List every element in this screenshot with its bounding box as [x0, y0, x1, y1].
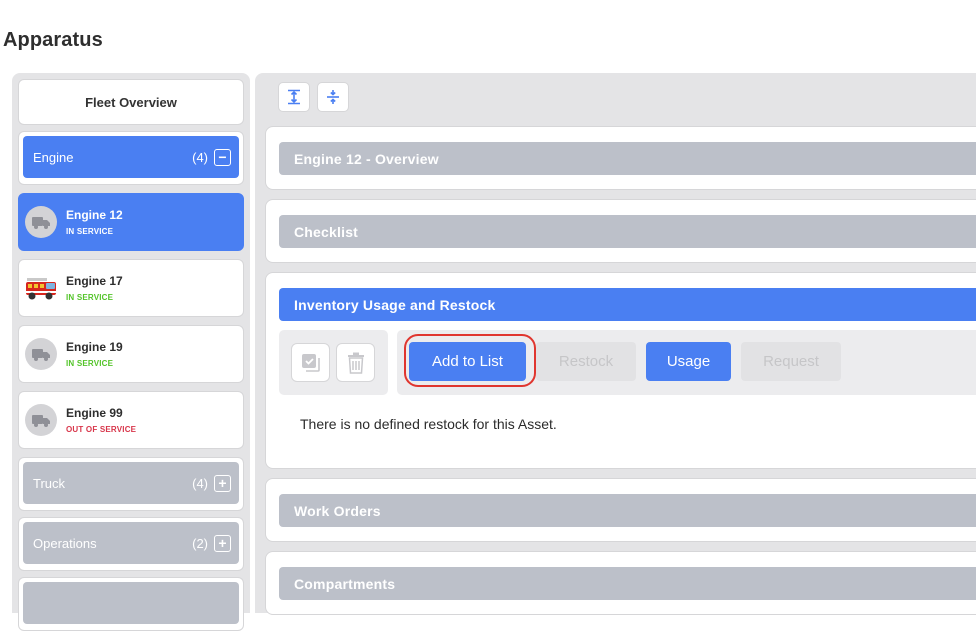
group-operations: Operations (2) +	[18, 517, 244, 571]
expand-icon[interactable]: +	[214, 474, 231, 492]
section-work-orders: Work Orders	[265, 478, 976, 542]
expand-all-button[interactable]	[278, 82, 310, 112]
section-title: Engine 12 - Overview	[294, 150, 439, 167]
collapse-all-icon	[327, 90, 339, 104]
page-title: Apparatus	[3, 29, 103, 51]
section-title: Work Orders	[294, 502, 381, 519]
fleet-overview-label: Fleet Overview	[85, 94, 177, 110]
group-truck: Truck (4) +	[18, 457, 244, 511]
truck-icon	[25, 404, 57, 436]
truck-icon	[25, 338, 57, 370]
group-next	[18, 577, 244, 631]
group-operations-count: (2)	[192, 535, 208, 551]
section-checklist-header[interactable]: Checklist	[279, 215, 976, 248]
group-engine-count: (4)	[192, 149, 208, 165]
inventory-selection-tools	[279, 330, 388, 395]
group-operations-label: Operations	[33, 535, 97, 551]
fleet-overview-button[interactable]: Fleet Overview	[18, 79, 244, 125]
request-button[interactable]: Request	[741, 342, 841, 381]
unit-engine-12[interactable]: Engine 12 IN SERVICE	[18, 193, 244, 251]
unit-name: Engine 99	[66, 406, 123, 420]
checkbox-icon	[301, 353, 320, 372]
collapse-icon[interactable]: −	[214, 148, 231, 166]
unit-name: Engine 19	[66, 340, 123, 354]
section-checklist: Checklist	[265, 199, 976, 263]
trash-icon	[347, 352, 364, 374]
section-title: Compartments	[294, 575, 396, 592]
unit-status: OUT OF SERVICE	[66, 425, 137, 434]
truck-icon	[25, 206, 57, 238]
section-work-orders-header[interactable]: Work Orders	[279, 494, 976, 527]
section-compartments-header[interactable]: Compartments	[279, 567, 976, 600]
unit-engine-99[interactable]: Engine 99 OUT OF SERVICE	[18, 391, 244, 449]
usage-button[interactable]: Usage	[646, 342, 731, 381]
unit-name: Engine 12	[66, 208, 123, 222]
group-next-header[interactable]	[23, 582, 239, 624]
group-truck-count: (4)	[192, 475, 208, 491]
section-inventory: Inventory Usage and Restock Add to List …	[265, 272, 976, 469]
expand-all-icon	[288, 89, 300, 105]
section-compartments: Compartments	[265, 551, 976, 615]
section-overview: Engine 12 - Overview	[265, 126, 976, 190]
unit-status: IN SERVICE	[66, 359, 114, 368]
group-truck-header[interactable]: Truck (4) +	[23, 462, 239, 504]
restock-button[interactable]: Restock	[536, 342, 636, 381]
section-inventory-header[interactable]: Inventory Usage and Restock	[279, 288, 976, 321]
empty-restock-message: There is no defined restock for this Ass…	[300, 416, 557, 432]
apparatus-detail-panel: Engine 12 - Overview Checklist Inventory…	[255, 73, 976, 615]
collapse-all-button[interactable]	[317, 82, 349, 112]
fire-engine-photo	[25, 272, 57, 304]
select-all-button[interactable]	[291, 343, 330, 382]
section-overview-header[interactable]: Engine 12 - Overview	[279, 142, 976, 175]
unit-name: Engine 17	[66, 274, 123, 288]
group-truck-label: Truck	[33, 475, 66, 491]
apparatus-sidebar: Fleet Overview Engine (4) − Engine 12 IN…	[12, 73, 250, 631]
group-engine-header[interactable]: Engine (4) −	[23, 136, 239, 178]
group-engine-label: Engine	[33, 149, 74, 165]
expand-icon[interactable]: +	[214, 534, 231, 552]
section-title: Inventory Usage and Restock	[294, 296, 496, 313]
unit-status: IN SERVICE	[66, 293, 114, 302]
highlight-annotation	[404, 334, 536, 387]
unit-engine-17[interactable]: Engine 17 IN SERVICE	[18, 259, 244, 317]
delete-button[interactable]	[336, 343, 375, 382]
unit-status: IN SERVICE	[66, 227, 114, 236]
section-title: Checklist	[294, 223, 359, 240]
unit-engine-19[interactable]: Engine 19 IN SERVICE	[18, 325, 244, 383]
group-operations-header[interactable]: Operations (2) +	[23, 522, 239, 564]
group-engine: Engine (4) −	[18, 131, 244, 185]
